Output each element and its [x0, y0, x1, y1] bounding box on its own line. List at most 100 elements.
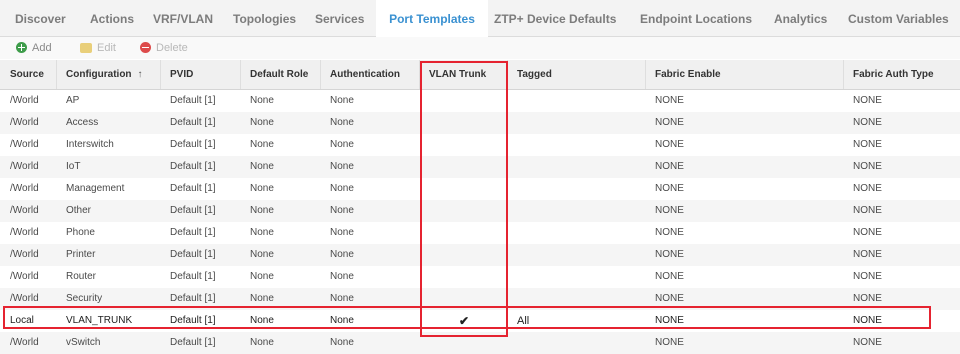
table-row-highlighted[interactable]: Local VLAN_TRUNK Default [1] None None ✔…	[0, 310, 960, 332]
cell-configuration: Printer	[66, 249, 96, 260]
cell-tagged	[508, 266, 646, 288]
delete-label: Delete	[156, 42, 188, 54]
cell-authentication: None	[330, 183, 354, 194]
column-header-vlan-trunk[interactable]: VLAN Trunk	[420, 60, 508, 89]
cell-vlan-trunk	[420, 178, 508, 200]
cell-fabric-auth-type: NONE	[853, 271, 882, 282]
cell-source: /World	[10, 183, 39, 194]
cell-pvid: Default [1]	[170, 249, 216, 260]
cell-pvid: Default [1]	[170, 315, 216, 326]
table-row[interactable]: /World Security Default [1] None None NO…	[0, 288, 960, 310]
cell-default-role: None	[250, 139, 274, 150]
toolbar: Add Edit Delete	[0, 37, 960, 59]
column-header-tagged[interactable]: Tagged	[508, 60, 646, 89]
edit-label: Edit	[97, 42, 116, 54]
cell-vlan-trunk	[420, 112, 508, 134]
cell-fabric-enable: NONE	[655, 183, 684, 194]
tab-vrf-vlan[interactable]: VRF/VLAN	[153, 0, 213, 36]
tab-port-templates[interactable]: Port Templates	[376, 0, 488, 37]
table-row[interactable]: /World Management Default [1] None None …	[0, 178, 960, 200]
cell-configuration: Management	[66, 183, 125, 194]
cell-source: /World	[10, 161, 39, 172]
edit-button[interactable]: Edit	[80, 37, 116, 59]
cell-vlan-trunk	[420, 332, 508, 354]
cell-authentication: None	[330, 337, 354, 348]
column-header-default-role[interactable]: Default Role	[241, 60, 321, 89]
table-row[interactable]: /World AP Default [1] None None NONE NON…	[0, 90, 960, 112]
cell-source: /World	[10, 117, 39, 128]
column-header-authentication[interactable]: Authentication	[321, 60, 420, 89]
cell-vlan-trunk	[420, 288, 508, 310]
cell-authentication: None	[330, 205, 354, 216]
cell-default-role: None	[250, 293, 274, 304]
tab-bar: Discover Actions VRF/VLAN Topologies Ser…	[0, 0, 960, 37]
tab-services[interactable]: Services	[315, 0, 364, 36]
table-row[interactable]: /World Access Default [1] None None NONE…	[0, 112, 960, 134]
column-header-source[interactable]: Source	[0, 60, 57, 89]
cell-configuration: Access	[66, 117, 99, 128]
table-row[interactable]: /World Phone Default [1] None None NONE …	[0, 222, 960, 244]
tab-topologies[interactable]: Topologies	[233, 0, 296, 36]
cell-authentication: None	[330, 227, 354, 238]
cell-configuration: vSwitch	[66, 337, 101, 348]
table-row[interactable]: /World Other Default [1] None None NONE …	[0, 200, 960, 222]
cell-fabric-auth-type: NONE	[853, 337, 882, 348]
table-row[interactable]: /World vSwitch Default [1] None None NON…	[0, 332, 960, 354]
cell-source: /World	[10, 293, 39, 304]
table-row[interactable]: /World IoT Default [1] None None NONE NO…	[0, 156, 960, 178]
cell-default-role: None	[250, 337, 274, 348]
cell-default-role: None	[250, 271, 274, 282]
table-row[interactable]: /World Printer Default [1] None None NON…	[0, 244, 960, 266]
cell-vlan-trunk	[420, 134, 508, 156]
cell-tagged	[508, 112, 646, 134]
tab-custom-variables[interactable]: Custom Variables	[848, 0, 949, 36]
cell-source: /World	[10, 205, 39, 216]
add-button[interactable]: Add	[16, 37, 52, 59]
cell-fabric-enable: NONE	[655, 227, 684, 238]
cell-fabric-auth-type: NONE	[853, 315, 882, 326]
cell-configuration: Security	[66, 293, 103, 304]
column-header-fabric-enable[interactable]: Fabric Enable	[646, 60, 844, 89]
column-label: PVID	[170, 69, 194, 80]
tab-actions[interactable]: Actions	[90, 0, 134, 36]
cell-default-role: None	[250, 205, 274, 216]
cell-fabric-enable: NONE	[655, 249, 684, 260]
cell-configuration: Phone	[66, 227, 95, 238]
cell-fabric-auth-type: NONE	[853, 293, 882, 304]
tab-discover[interactable]: Discover	[15, 0, 66, 36]
column-label: Fabric Enable	[655, 69, 721, 80]
delete-button[interactable]: Delete	[140, 37, 188, 59]
tab-ztp-device-defaults[interactable]: ZTP+ Device Defaults	[494, 0, 616, 36]
table-row[interactable]: /World Interswitch Default [1] None None…	[0, 134, 960, 156]
column-header-configuration[interactable]: Configuration ↑	[57, 60, 161, 89]
cell-pvid: Default [1]	[170, 293, 216, 304]
column-header-pvid[interactable]: PVID	[161, 60, 241, 89]
cell-source: Local	[10, 315, 34, 326]
edit-icon	[80, 43, 92, 53]
cell-pvid: Default [1]	[170, 117, 216, 128]
tab-analytics[interactable]: Analytics	[774, 0, 827, 36]
cell-authentication: None	[330, 161, 354, 172]
table-header: Source Configuration ↑ PVID Default Role …	[0, 60, 960, 90]
cell-source: /World	[10, 139, 39, 150]
cell-fabric-auth-type: NONE	[853, 161, 882, 172]
cell-default-role: None	[250, 161, 274, 172]
table-row[interactable]: /World Router Default [1] None None NONE…	[0, 266, 960, 288]
cell-fabric-enable: NONE	[655, 161, 684, 172]
tab-endpoint-locations[interactable]: Endpoint Locations	[640, 0, 752, 36]
cell-default-role: None	[250, 117, 274, 128]
cell-source: /World	[10, 337, 39, 348]
cell-fabric-auth-type: NONE	[853, 139, 882, 150]
cell-pvid: Default [1]	[170, 183, 216, 194]
cell-fabric-enable: NONE	[655, 337, 684, 348]
add-icon	[16, 42, 27, 53]
column-label: VLAN Trunk	[429, 69, 487, 80]
cell-tagged	[508, 134, 646, 156]
checkmark-icon: ✔	[458, 314, 470, 328]
cell-authentication: None	[330, 139, 354, 150]
cell-pvid: Default [1]	[170, 95, 216, 106]
column-header-fabric-auth-type[interactable]: Fabric Auth Type	[844, 60, 960, 89]
cell-default-role: None	[250, 95, 274, 106]
cell-authentication: None	[330, 271, 354, 282]
cell-configuration: IoT	[66, 161, 81, 172]
